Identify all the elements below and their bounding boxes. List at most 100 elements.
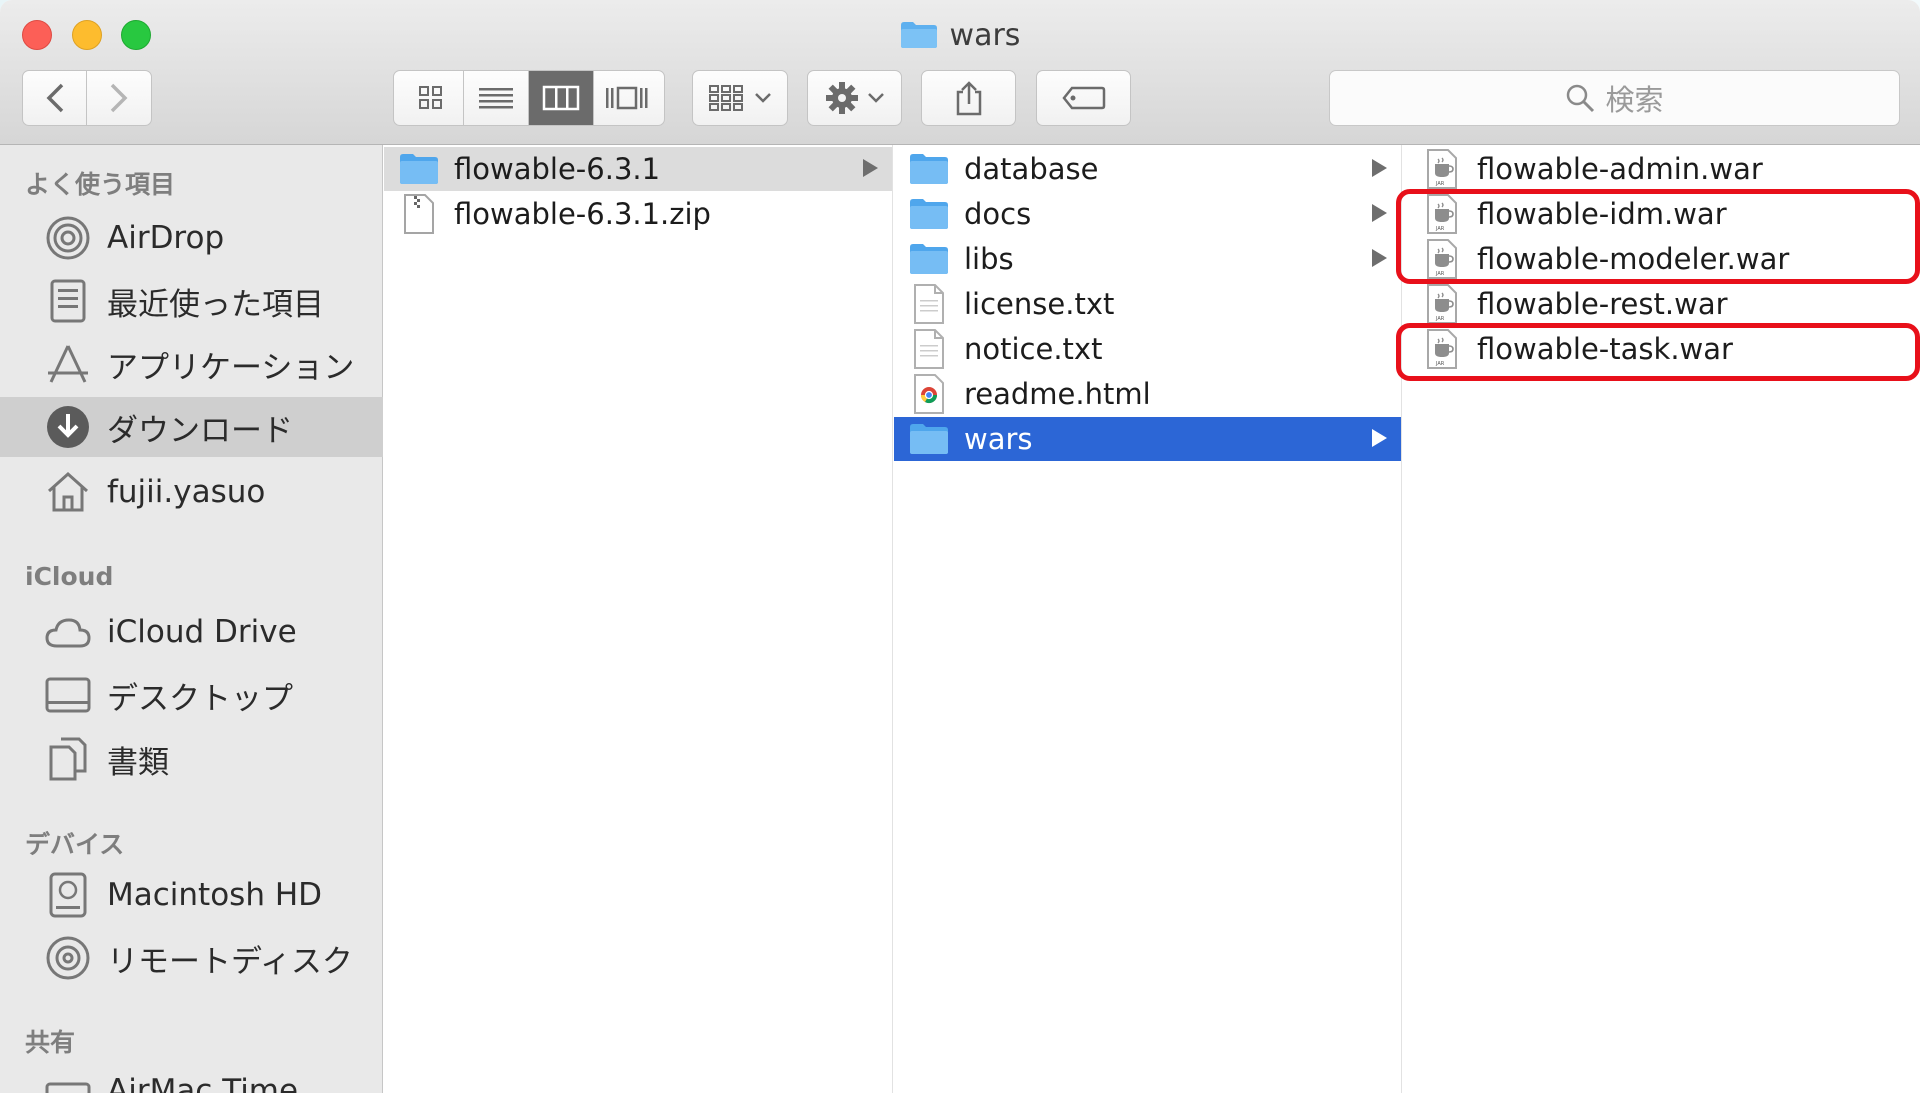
folder-icon <box>900 22 937 48</box>
columns-icon <box>542 85 580 111</box>
file-name: flowable-rest.war <box>1477 287 1728 321</box>
sidebar-section-shared: 共有 <box>25 1028 76 1057</box>
disclosure-arrow-icon <box>863 159 878 177</box>
folder-icon <box>908 148 950 190</box>
browser-column-3: JAR flowable-admin.war JAR flowable-idm.… <box>1403 145 1920 1093</box>
sidebar-section-devices: デバイス <box>25 830 125 859</box>
applications-icon <box>44 340 92 388</box>
search-icon <box>1567 84 1595 113</box>
column-view-button[interactable] <box>529 71 594 125</box>
file-name: flowable-admin.war <box>1477 152 1763 186</box>
sidebar-item-label: アプリケーション <box>107 349 355 386</box>
file-name: database <box>964 152 1099 186</box>
tag-button[interactable] <box>1036 70 1131 126</box>
sidebar-item-remote-disc[interactable]: リモートディスク <box>0 928 383 988</box>
grid-icon <box>419 86 442 109</box>
forward-button[interactable] <box>87 71 151 125</box>
sidebar-item-label: fujii.yasuo <box>107 474 266 510</box>
sidebar-item-macintosh-hd[interactable]: Macintosh HD <box>0 865 383 925</box>
view-mode-group <box>393 70 665 126</box>
svg-text:JAR: JAR <box>1435 181 1445 187</box>
list-view-button[interactable] <box>464 71 529 125</box>
back-button[interactable] <box>23 71 87 125</box>
list-item[interactable]: readme.html <box>894 372 1401 416</box>
gear-icon <box>825 82 858 114</box>
tag-icon <box>1061 86 1105 110</box>
sidebar-item-label: AirMac Time <box>107 1073 299 1093</box>
list-item[interactable]: docs <box>894 192 1401 236</box>
sidebar-item-recents[interactable]: 最近使った項目 <box>0 271 383 331</box>
recents-icon <box>44 277 92 325</box>
home-icon <box>44 468 92 516</box>
folder-icon <box>908 418 950 460</box>
network-drive-icon <box>44 1067 92 1093</box>
disclosure-arrow-icon <box>1372 204 1387 222</box>
list-item[interactable]: flowable-6.3.1 <box>384 147 892 191</box>
chevron-right-icon <box>110 83 128 113</box>
search-field[interactable]: 検索 <box>1329 70 1900 126</box>
action-button[interactable] <box>807 70 902 126</box>
search-placeholder: 検索 <box>1605 83 1664 117</box>
sidebar-section-favorites: よく使う項目 <box>25 170 176 199</box>
list-icon <box>479 88 513 109</box>
arrange-button[interactable] <box>692 70 788 126</box>
window-title-text: wars <box>949 18 1021 53</box>
file-name: license.txt <box>964 287 1115 321</box>
sidebar-item-label: リモートディスク <box>107 943 353 980</box>
sidebar: よく使う項目 AirDrop 最近使った項目 アプリケーション ダウンロード f… <box>0 145 383 1093</box>
airdrop-icon <box>44 214 92 262</box>
gallery-view-button[interactable] <box>594 71 659 125</box>
disclosure-arrow-icon <box>1372 159 1387 177</box>
sidebar-item-airdrop[interactable]: AirDrop <box>0 208 383 268</box>
hard-drive-icon <box>44 871 92 919</box>
share-button[interactable] <box>921 70 1016 126</box>
desktop-icon <box>44 671 92 719</box>
file-name: docs <box>964 197 1032 231</box>
list-item[interactable]: license.txt <box>894 282 1401 326</box>
file-name: flowable-6.3.1.zip <box>454 197 711 231</box>
list-item[interactable]: wars <box>894 417 1401 461</box>
jar-file-icon: JAR <box>1421 148 1463 190</box>
icon-view-button[interactable] <box>399 71 464 125</box>
chrome-html-file-icon <box>908 373 950 415</box>
cover-flow-icon <box>605 86 647 110</box>
folder-icon <box>908 193 950 235</box>
text-file-icon <box>908 328 950 370</box>
cloud-icon <box>44 608 92 656</box>
share-icon <box>956 81 981 116</box>
sidebar-item-home[interactable]: fujii.yasuo <box>0 462 383 522</box>
chevron-down-icon <box>755 93 771 103</box>
sidebar-item-desktop[interactable]: デスクトップ <box>0 665 383 725</box>
list-item[interactable]: JAR flowable-rest.war <box>1403 282 1920 326</box>
downloads-icon <box>44 403 92 451</box>
file-name: readme.html <box>964 377 1151 411</box>
sidebar-item-downloads[interactable]: ダウンロード <box>0 397 383 457</box>
list-item[interactable]: JAR flowable-admin.war <box>1403 147 1920 191</box>
list-item[interactable]: database <box>894 147 1401 191</box>
text-file-icon <box>908 283 950 325</box>
browser-column-1: flowable-6.3.1 flowable-6.3.1.zip <box>384 145 893 1093</box>
sidebar-item-airmac-time[interactable]: AirMac Time <box>0 1061 383 1093</box>
zip-file-icon <box>398 193 440 235</box>
sidebar-section-icloud: iCloud <box>25 562 114 591</box>
list-item[interactable]: flowable-6.3.1.zip <box>384 192 892 236</box>
sidebar-item-label: 書類 <box>107 744 169 781</box>
sidebar-item-label: デスクトップ <box>107 680 293 717</box>
disclosure-arrow-icon <box>1372 429 1387 447</box>
sidebar-item-applications[interactable]: アプリケーション <box>0 334 383 394</box>
folder-icon <box>908 238 950 280</box>
sidebar-item-documents[interactable]: 書類 <box>0 729 383 789</box>
jar-file-icon: JAR <box>1421 283 1463 325</box>
sidebar-item-icloud-drive[interactable]: iCloud Drive <box>0 602 383 662</box>
sidebar-item-label: iCloud Drive <box>107 614 297 650</box>
finder-window: wars 検索 よく使う項目 AirDrop 最近使った項目 アプリケーション … <box>0 0 1920 1093</box>
browser-column-2: database docs libs license.txt notice.tx… <box>894 145 1402 1093</box>
file-name: libs <box>964 242 1014 276</box>
list-item[interactable]: notice.txt <box>894 327 1401 371</box>
file-name: wars <box>964 422 1033 456</box>
list-item[interactable]: libs <box>894 237 1401 281</box>
remote-disc-icon <box>44 934 92 982</box>
sidebar-item-label: 最近使った項目 <box>107 286 324 323</box>
svg-text:JAR: JAR <box>1435 316 1445 322</box>
nav-button-group <box>22 70 152 126</box>
